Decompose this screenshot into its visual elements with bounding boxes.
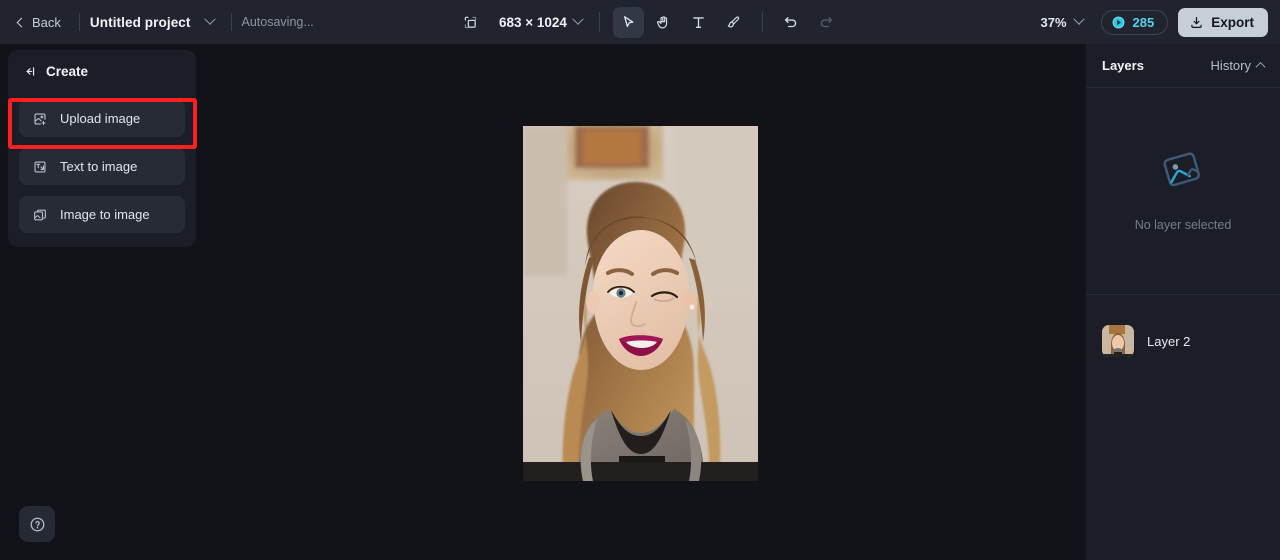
autosave-status: Autosaving... [241, 15, 314, 29]
chevron-down-icon [1072, 13, 1085, 25]
create-panel-title: Create [46, 64, 89, 79]
image-to-image-icon [32, 207, 48, 223]
credits-badge[interactable]: 285 [1100, 9, 1169, 35]
chevron-down-icon [203, 13, 216, 25]
undo-button[interactable] [776, 7, 807, 38]
sidebar-item-upload-image[interactable]: Upload image [19, 100, 185, 137]
layer-name: Layer 2 [1147, 333, 1191, 349]
project-menu-button[interactable] [199, 11, 221, 33]
hand-icon [657, 15, 668, 28]
upload-image-icon [32, 111, 48, 127]
undo-arrow-icon [785, 17, 797, 28]
layers-panel: Layers History No layer selected Layer 2 [1086, 44, 1280, 560]
text-tool[interactable] [683, 7, 714, 38]
divider [598, 12, 600, 32]
select-tool[interactable] [612, 6, 644, 38]
question-circle-icon [30, 517, 44, 531]
topbar-left-group: Back Untitled project Autosaving... [0, 0, 314, 44]
create-panel: Create Upload image Text to image Image … [8, 50, 196, 247]
collapse-panel-icon[interactable] [22, 64, 37, 79]
text-t-icon [693, 16, 704, 28]
divider [230, 13, 232, 31]
sidebar-item-image-to-image[interactable]: Image to image [19, 196, 185, 233]
canvas-area[interactable] [196, 44, 1084, 560]
credit-token-icon [1112, 16, 1124, 28]
chevron-up-icon [1255, 61, 1266, 72]
zoom-level-value: 37% [1040, 14, 1067, 30]
redo-arrow-icon [821, 17, 833, 28]
sidebar-item-label: Upload image [60, 111, 141, 126]
tab-history[interactable]: History [1210, 58, 1266, 73]
back-label: Back [32, 14, 61, 30]
brush-tool[interactable] [718, 7, 749, 38]
layers-empty-state: No layer selected [1086, 88, 1280, 295]
zoom-level-button[interactable]: 37% [1035, 11, 1089, 34]
canvas-dimensions-value: 683 × 1024 [499, 14, 567, 30]
paintbrush-icon [727, 15, 740, 27]
topbar-center-group: 683 × 1024 [455, 0, 844, 44]
chevron-left-icon [16, 17, 27, 27]
crop-resize-icon [464, 16, 476, 28]
layer-thumbnail [1102, 325, 1134, 357]
tab-layers[interactable]: Layers [1102, 58, 1144, 73]
canvas-dimensions-button[interactable]: 683 × 1024 [493, 11, 588, 34]
topbar-right-group: 37% 285 Export [1035, 0, 1268, 44]
export-button[interactable]: Export [1178, 7, 1268, 37]
sidebar-item-label: Image to image [60, 207, 150, 222]
divider [761, 12, 763, 32]
help-button[interactable] [19, 506, 55, 542]
credits-value: 285 [1132, 14, 1155, 30]
cursor-arrow-icon [623, 15, 634, 27]
layers-panel-header: Layers History [1086, 44, 1280, 88]
chevron-down-icon [572, 13, 584, 25]
export-label: Export [1211, 14, 1254, 30]
top-toolbar: Back Untitled project Autosaving... 683 … [0, 0, 1280, 44]
sidebar-item-text-to-image[interactable]: Text to image [19, 148, 185, 185]
portrait-photo-artboard[interactable] [523, 126, 758, 481]
back-button[interactable]: Back [14, 10, 69, 35]
image-placeholder-icon [1163, 152, 1201, 187]
tab-history-label: History [1210, 58, 1251, 73]
layers-empty-label: No layer selected [1134, 218, 1232, 232]
resize-canvas-button[interactable] [455, 7, 485, 37]
create-panel-header: Create [8, 50, 196, 93]
redo-button[interactable] [811, 7, 842, 38]
text-to-image-icon [32, 159, 48, 175]
hand-tool[interactable] [648, 7, 679, 38]
sidebar-item-label: Text to image [60, 159, 138, 174]
divider [78, 13, 80, 31]
download-icon [1191, 16, 1202, 28]
layer-list-item[interactable]: Layer 2 [1086, 315, 1280, 367]
portrait-photo [523, 126, 758, 481]
project-title[interactable]: Untitled project [90, 15, 191, 30]
